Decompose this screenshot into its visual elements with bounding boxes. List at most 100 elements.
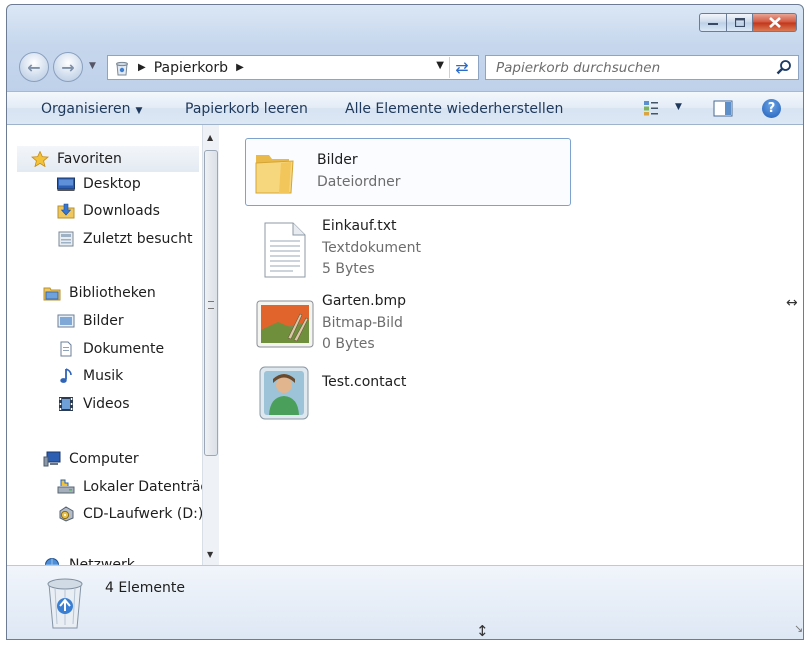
file-type: Textdokument — [322, 240, 421, 256]
recycle-bin-small-icon — [116, 61, 128, 75]
empty-recycle-bin-button[interactable]: Papierkorb leeren — [185, 101, 308, 117]
minimize-icon — [708, 22, 718, 25]
scroll-up-icon[interactable]: ▲ — [207, 133, 213, 142]
close-icon — [768, 17, 781, 28]
nav-favorites[interactable]: Favoriten — [17, 146, 199, 172]
preview-pane-icon[interactable] — [713, 100, 733, 117]
nav-documents-label: Dokumente — [83, 341, 165, 357]
text-file-icon — [264, 222, 306, 278]
nav-libraries-label: Bibliotheken — [69, 285, 156, 301]
file-list: Bilder Dateiordner Einkauf.txt Textdokum… — [219, 125, 803, 565]
close-button[interactable] — [753, 13, 797, 32]
file-item-einkauf[interactable]: Einkauf.txt Textdokument 5 Bytes — [245, 215, 571, 285]
bitmap-file-icon — [256, 300, 314, 348]
nav-pictures[interactable]: Bilder — [57, 313, 124, 329]
nav-downloads-label: Downloads — [83, 203, 160, 219]
breadcrumb-separator-icon[interactable]: ▶ — [236, 62, 244, 73]
caption-buttons — [699, 13, 797, 32]
nav-libraries[interactable]: Bibliotheken — [43, 285, 156, 301]
address-row: ← → ▼ ▶ Papierkorb ▶ ▼ ⇄ — [7, 49, 803, 85]
scrollbar-thumb[interactable] — [204, 150, 218, 456]
nav-cd-drive[interactable]: CD-Laufwerk (D:) — [57, 506, 202, 522]
desktop-icon — [57, 177, 75, 191]
search-box[interactable] — [485, 55, 799, 80]
scroll-down-icon[interactable]: ▼ — [207, 550, 213, 559]
forward-arrow-icon: → — [61, 57, 75, 77]
libraries-icon — [43, 287, 61, 301]
breadcrumb-separator-icon[interactable]: ▶ — [138, 62, 146, 73]
search-input[interactable] — [486, 56, 776, 79]
nav-videos[interactable]: Videos — [57, 396, 130, 412]
nav-documents[interactable]: Dokumente — [57, 341, 164, 357]
recycle-bin-icon — [47, 578, 83, 629]
music-note-icon — [60, 368, 72, 383]
file-size: 5 Bytes — [322, 261, 375, 277]
organize-menu-button[interactable]: Organisieren ▼ — [41, 101, 142, 117]
item-count: 4 Elemente — [105, 580, 185, 596]
nav-local-disk[interactable]: Lokaler Datenträg — [57, 479, 202, 495]
horizontal-resize-cursor-icon: ↔ — [786, 295, 798, 311]
cd-drive-icon — [59, 506, 74, 522]
change-view-icon[interactable] — [643, 100, 659, 116]
film-strip-icon — [59, 397, 73, 411]
nav-network[interactable]: Netzwerk — [43, 557, 135, 565]
file-name: Test.contact — [322, 374, 407, 390]
nav-recent-label: Zuletzt besucht — [83, 231, 193, 247]
address-dropdown-icon[interactable]: ▼ — [436, 60, 444, 71]
address-bar[interactable]: ▶ Papierkorb ▶ ▼ ⇄ — [107, 55, 479, 80]
resize-grip-icon[interactable]: ↘ — [794, 622, 803, 635]
file-name: Einkauf.txt — [322, 218, 397, 234]
nav-pictures-label: Bilder — [83, 313, 124, 329]
file-type: Bitmap-Bild — [322, 315, 403, 331]
command-toolbar: Organisieren ▼ Papierkorb leeren Alle Ele… — [7, 91, 803, 125]
forward-button[interactable]: → — [53, 52, 83, 82]
refresh-icon[interactable]: ⇄ — [449, 57, 474, 78]
file-item-bilder[interactable]: Bilder Dateiordner — [245, 138, 571, 206]
nav-network-label: Netzwerk — [69, 557, 135, 565]
nav-local-disk-label: Lokaler Datenträg — [83, 479, 202, 495]
search-icon[interactable] — [776, 59, 792, 75]
computer-icon — [43, 451, 61, 467]
file-item-garten[interactable]: Garten.bmp Bitmap-Bild 0 Bytes — [245, 288, 571, 358]
help-icon[interactable]: ? — [762, 99, 781, 118]
navigation-pane: Favoriten Desktop Downloads Zuletzt besu… — [7, 125, 202, 565]
nav-videos-label: Videos — [83, 396, 130, 412]
downloads-folder-icon — [57, 203, 75, 219]
file-size: 0 Bytes — [322, 336, 375, 352]
contact-file-icon — [259, 366, 309, 420]
file-name: Garten.bmp — [322, 293, 407, 309]
nav-desktop[interactable]: Desktop — [57, 176, 141, 192]
maximize-button[interactable] — [727, 13, 753, 32]
restore-all-button[interactable]: Alle Elemente wiederherstellen — [345, 101, 563, 117]
maximize-icon — [734, 18, 745, 27]
back-button[interactable]: ← — [19, 52, 49, 82]
file-type: Dateiordner — [317, 174, 401, 190]
nav-computer-label: Computer — [69, 451, 139, 467]
nav-recent[interactable]: Zuletzt besucht — [57, 231, 192, 247]
nav-desktop-label: Desktop — [83, 176, 141, 192]
navigation-scrollbar[interactable]: ▲ ▼ — [202, 125, 219, 565]
star-icon — [31, 151, 49, 167]
vertical-resize-cursor-icon: ↕ — [476, 622, 489, 640]
minimize-button[interactable] — [699, 13, 727, 32]
history-dropdown-button[interactable]: ▼ — [89, 61, 96, 71]
nav-computer[interactable]: Computer — [43, 451, 139, 467]
nav-cd-drive-label: CD-Laufwerk (D:) — [83, 506, 202, 522]
view-options-dropdown-icon[interactable]: ▼ — [675, 102, 682, 112]
nav-music[interactable]: Musik — [57, 368, 123, 384]
file-name: Bilder — [317, 152, 358, 168]
chevron-down-icon: ▼ — [135, 106, 143, 116]
nav-favorites-label: Favoriten — [57, 151, 122, 167]
folder-icon — [255, 155, 294, 194]
details-pane: 4 Elemente — [7, 565, 803, 639]
nav-music-label: Musik — [83, 368, 124, 384]
back-arrow-icon: ← — [27, 57, 41, 77]
organize-label: Organisieren — [41, 101, 131, 117]
explorer-window: ← → ▼ ▶ Papierkorb ▶ ▼ ⇄ Organisieren ▼ — [6, 4, 804, 640]
breadcrumb-papierkorb[interactable]: Papierkorb — [154, 60, 228, 76]
nav-downloads[interactable]: Downloads — [57, 203, 160, 219]
network-icon — [45, 558, 59, 565]
recent-places-icon — [58, 231, 74, 247]
file-item-test-contact[interactable]: Test.contact — [245, 363, 571, 425]
scrollbar-grip-icon — [208, 301, 214, 309]
